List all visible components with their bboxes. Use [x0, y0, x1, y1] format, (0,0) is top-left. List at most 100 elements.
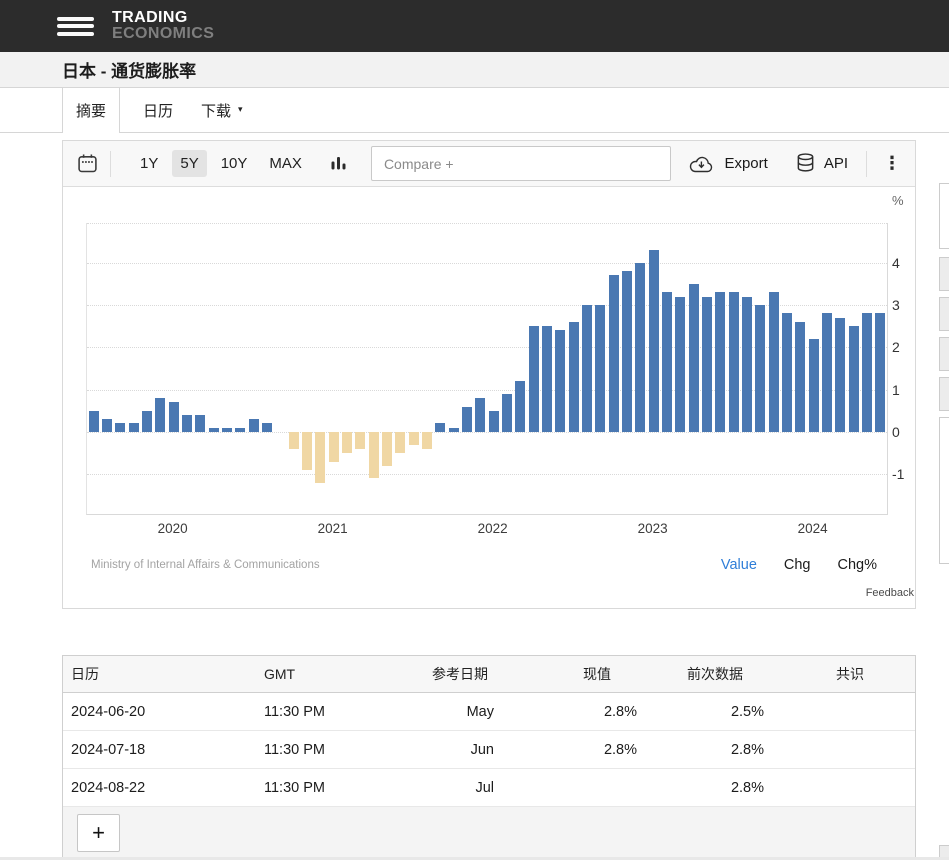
bar-2021-02[interactable]	[342, 432, 352, 453]
bar-2020-07[interactable]	[249, 419, 259, 432]
bar-2021-12[interactable]	[475, 398, 485, 432]
bar-2024-02[interactable]	[822, 313, 832, 431]
bar-2023-04[interactable]	[689, 284, 699, 432]
series-link-chgpct[interactable]: Chg%	[838, 557, 878, 573]
bar-2021-04[interactable]	[369, 432, 379, 479]
bar-2022-08[interactable]	[582, 305, 592, 432]
bar-2021-11[interactable]	[462, 407, 472, 432]
bar-2019-11[interactable]	[142, 411, 152, 432]
gridline	[87, 305, 887, 306]
bar-2020-10[interactable]	[289, 432, 299, 449]
bar-2019-12[interactable]	[155, 398, 165, 432]
hamburger-menu-icon[interactable]	[57, 13, 94, 39]
series-link-value[interactable]: Value	[721, 557, 757, 573]
bar-2024-01[interactable]	[809, 339, 819, 432]
bar-2020-08[interactable]	[262, 423, 272, 431]
export-button[interactable]: Export	[688, 154, 767, 174]
bar-2019-09[interactable]	[115, 423, 125, 431]
cut-off-side-button	[939, 297, 949, 331]
y-axis-tick: 2	[892, 337, 900, 357]
bar-2020-03[interactable]	[195, 415, 205, 432]
bar-2020-01[interactable]	[169, 402, 179, 432]
tab-summary[interactable]: 摘要	[62, 88, 120, 133]
add-indicator-button[interactable]: +	[77, 814, 120, 852]
bar-2020-05[interactable]	[222, 428, 232, 432]
bar-2023-12[interactable]	[795, 322, 805, 432]
calendar-icon[interactable]	[77, 153, 98, 174]
bar-2020-02[interactable]	[182, 415, 192, 432]
bar-2019-08[interactable]	[102, 419, 112, 432]
bar-2022-12[interactable]	[635, 263, 645, 432]
tab-download[interactable]: 下载 ▾	[190, 88, 254, 132]
chart-plot[interactable]	[86, 223, 888, 515]
bar-2022-09[interactable]	[595, 305, 605, 432]
bar-2023-02[interactable]	[662, 292, 672, 432]
range-button-5y[interactable]: 5Y	[172, 150, 206, 177]
bar-2023-09[interactable]	[755, 305, 765, 432]
x-axis-label: 2023	[638, 521, 668, 536]
bar-2019-07[interactable]	[89, 411, 99, 432]
column-header: 前次数据	[638, 656, 765, 693]
more-options-icon[interactable]: ⋮	[883, 153, 901, 174]
feedback-link[interactable]: Feedback	[866, 587, 914, 599]
page-title-bar: 日本 - 通货膨胀率	[0, 52, 949, 88]
table-cell: 2.8%	[638, 731, 765, 769]
bar-2022-10[interactable]	[609, 275, 619, 432]
range-button-max[interactable]: MAX	[261, 150, 310, 177]
table-row[interactable]: 2024-06-2011:30 PMMay2.8%2.5%	[63, 693, 915, 731]
table-cell: May	[403, 693, 495, 731]
chart-type-icon[interactable]	[331, 155, 347, 172]
range-button-1y[interactable]: 1Y	[132, 150, 166, 177]
table-row[interactable]: 2024-07-1811:30 PMJun2.8%2.8%	[63, 731, 915, 769]
bar-2021-03[interactable]	[355, 432, 365, 449]
bar-2019-10[interactable]	[129, 423, 139, 431]
bar-2023-01[interactable]	[649, 250, 659, 432]
bar-2021-07[interactable]	[409, 432, 419, 445]
bar-2023-10[interactable]	[769, 292, 779, 432]
bar-2023-07[interactable]	[729, 292, 739, 432]
logo-line2: ECONOMICS	[112, 26, 214, 42]
source-attribution: Ministry of Internal Affairs & Communica…	[91, 559, 320, 571]
y-axis-tick: 0	[892, 422, 900, 442]
table-cell: 11:30 PM	[256, 693, 403, 731]
bar-2024-04[interactable]	[849, 326, 859, 432]
bar-2022-06[interactable]	[555, 330, 565, 432]
bar-2022-01[interactable]	[489, 411, 499, 432]
bar-2022-07[interactable]	[569, 322, 579, 432]
range-button-10y[interactable]: 10Y	[213, 150, 256, 177]
compare-input[interactable]	[371, 146, 671, 181]
series-link-chg[interactable]: Chg	[784, 557, 811, 573]
bar-2024-06[interactable]	[875, 313, 885, 431]
bar-2022-04[interactable]	[529, 326, 539, 432]
bar-2021-05[interactable]	[382, 432, 392, 466]
tab-calendar[interactable]: 日历	[132, 88, 184, 132]
api-button[interactable]: API	[796, 153, 848, 174]
bar-2020-12[interactable]	[315, 432, 325, 483]
bar-2021-09[interactable]	[435, 423, 445, 431]
bar-2021-08[interactable]	[422, 432, 432, 449]
bar-2023-05[interactable]	[702, 297, 712, 432]
bar-2020-04[interactable]	[209, 428, 219, 432]
table-cell: 11:30 PM	[256, 731, 403, 769]
bar-2020-11[interactable]	[302, 432, 312, 470]
bar-2021-06[interactable]	[395, 432, 405, 453]
bar-2023-03[interactable]	[675, 297, 685, 432]
table-cell: 2.8%	[638, 769, 765, 807]
bar-2020-06[interactable]	[235, 428, 245, 432]
bar-2022-02[interactable]	[502, 394, 512, 432]
bar-2023-08[interactable]	[742, 297, 752, 432]
bar-2021-10[interactable]	[449, 428, 459, 432]
bar-2022-11[interactable]	[622, 271, 632, 432]
trading-economics-logo[interactable]: TRADING ECONOMICS	[112, 10, 214, 42]
column-header: 共识	[765, 656, 915, 693]
bar-2024-03[interactable]	[835, 318, 845, 432]
bar-2021-01[interactable]	[329, 432, 339, 462]
bar-2024-05[interactable]	[862, 313, 872, 431]
bar-2023-11[interactable]	[782, 313, 792, 431]
bar-2022-03[interactable]	[515, 381, 525, 432]
calendar-table-panel: 日历GMT参考日期现值前次数据共识 2024-06-2011:30 PMMay2…	[62, 655, 916, 860]
table-row[interactable]: 2024-08-2211:30 PMJul2.8%	[63, 769, 915, 807]
bar-2022-05[interactable]	[542, 326, 552, 432]
table-cell	[495, 769, 638, 807]
bar-2023-06[interactable]	[715, 292, 725, 432]
